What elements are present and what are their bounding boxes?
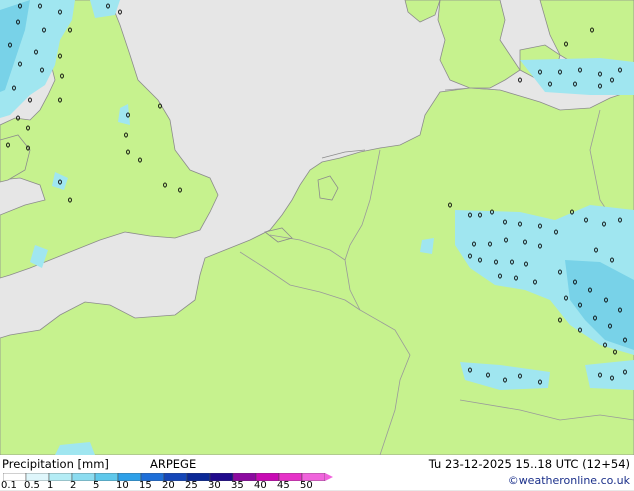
colorbar-tick-label: 1	[47, 480, 54, 491]
credit-link[interactable]: ©weatheronline.co.uk	[508, 474, 630, 487]
colorbar-tick-label: 15	[139, 480, 152, 491]
colorbar-tick-label: 10	[116, 480, 129, 491]
colorbar-tick-label: 40	[254, 480, 267, 491]
colorbar-tick-label: 45	[277, 480, 290, 491]
colorbar-tick-label: 50	[300, 480, 313, 491]
colorbar-tick-label: 5	[93, 480, 100, 491]
colorbar-tick-label: 35	[231, 480, 244, 491]
colorbar-tick-label: 2	[70, 480, 77, 491]
colorbar-tick-label: 0.1	[1, 480, 17, 491]
precip-area-se-corner	[585, 360, 634, 390]
model-name: ARPEGE	[150, 457, 197, 471]
footer: Precipitation [mm] ARPEGE Tu 23-12-2025 …	[0, 455, 634, 491]
colorbar-tick-label: 0.5	[24, 480, 40, 491]
colorbar-tick-label: 30	[208, 480, 221, 491]
colorbar-tick-label: 25	[185, 480, 198, 491]
colorbar-arrow	[325, 473, 333, 481]
precipitation-map	[0, 0, 634, 455]
legend-title: Precipitation [mm]	[2, 457, 109, 471]
precip-area-belgium-dot	[420, 238, 434, 254]
valid-time: Tu 23-12-2025 15..18 UTC (12+54)	[428, 457, 630, 471]
colorbar-tick-label: 20	[162, 480, 175, 491]
